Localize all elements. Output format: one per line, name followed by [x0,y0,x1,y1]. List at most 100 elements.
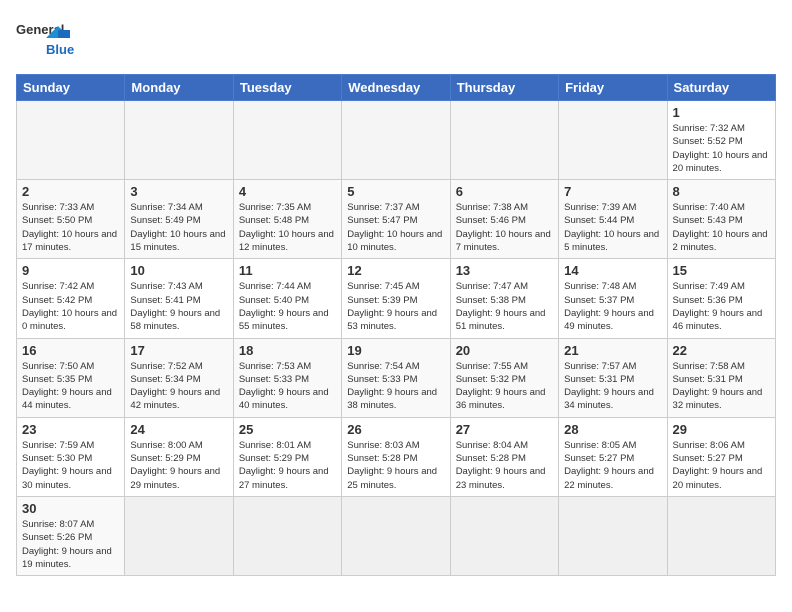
day-number: 19 [347,343,444,358]
day-header-wednesday: Wednesday [342,75,450,101]
calendar-day: 1Sunrise: 7:32 AM Sunset: 5:52 PM Daylig… [667,101,775,180]
day-number: 18 [239,343,336,358]
calendar-day [450,101,558,180]
calendar-day: 17 Sunrise: 7:52 AM Sunset: 5:34 PM Dayli… [125,338,233,417]
day-number: 30 [22,501,119,516]
day-info: Sunrise: 7:38 AM Sunset: 5:46 PM Dayligh… [456,201,553,254]
day-info: Sunrise: 7:37 AM Sunset: 5:47 PM Dayligh… [347,201,444,254]
day-info: Sunrise: 7:52 AM Sunset: 5:34 PM Dayligh… [130,360,227,413]
day-number: 7 [564,184,661,199]
calendar-day [667,496,775,575]
calendar-day: 20 Sunrise: 7:55 AM Sunset: 5:32 PM Dayli… [450,338,558,417]
day-number: 28 [564,422,661,437]
calendar-day: 16Sunrise: 7:50 AM Sunset: 5:35 PM Dayli… [17,338,125,417]
logo-svg: General Blue [16,16,96,66]
day-number: 8 [673,184,770,199]
day-info: Sunrise: 8:04 AM Sunset: 5:28 PM Dayligh… [456,439,553,492]
calendar-day [559,496,667,575]
calendar-day: 28 Sunrise: 8:05 AM Sunset: 5:27 PM Dayli… [559,417,667,496]
calendar-day: 21 Sunrise: 7:57 AM Sunset: 5:31 PM Dayli… [559,338,667,417]
calendar-day: 23Sunrise: 7:59 AM Sunset: 5:30 PM Dayli… [17,417,125,496]
calendar-day: 18Sunrise: 7:53 AM Sunset: 5:33 PM Dayli… [233,338,341,417]
calendar-day [559,101,667,180]
calendar-day: 4 Sunrise: 7:35 AM Sunset: 5:48 PM Daylig… [233,180,341,259]
day-info: Sunrise: 8:05 AM Sunset: 5:27 PM Dayligh… [564,439,661,492]
day-number: 5 [347,184,444,199]
calendar-day [125,101,233,180]
day-info: Sunrise: 7:33 AM Sunset: 5:50 PM Dayligh… [22,201,119,254]
day-header-tuesday: Tuesday [233,75,341,101]
day-header-friday: Friday [559,75,667,101]
calendar-week-2: 2 Sunrise: 7:33 AM Sunset: 5:50 PM Daylig… [17,180,776,259]
day-info: Sunrise: 7:58 AM Sunset: 5:31 PM Dayligh… [673,360,770,413]
day-number: 3 [130,184,227,199]
calendar-day: 3 Sunrise: 7:34 AM Sunset: 5:49 PM Daylig… [125,180,233,259]
day-info: Sunrise: 8:03 AM Sunset: 5:28 PM Dayligh… [347,439,444,492]
calendar-day: 11 Sunrise: 7:44 AM Sunset: 5:40 PM Dayli… [233,259,341,338]
calendar-table: SundayMondayTuesdayWednesdayThursdayFrid… [16,74,776,576]
day-number: 22 [673,343,770,358]
day-info: Sunrise: 7:44 AM Sunset: 5:40 PM Dayligh… [239,280,336,333]
day-number: 6 [456,184,553,199]
logo: General Blue [16,16,96,66]
calendar-day [233,496,341,575]
day-number: 15 [673,263,770,278]
day-number: 10 [130,263,227,278]
calendar-week-6: 30 Sunrise: 8:07 AM Sunset: 5:26 PM Dayli… [17,496,776,575]
calendar-day [233,101,341,180]
calendar-day: 29 Sunrise: 8:06 AM Sunset: 5:27 PM Dayli… [667,417,775,496]
calendar-day [342,101,450,180]
day-number: 21 [564,343,661,358]
day-info: Sunrise: 8:06 AM Sunset: 5:27 PM Dayligh… [673,439,770,492]
day-number: 20 [456,343,553,358]
day-info: Sunrise: 7:35 AM Sunset: 5:48 PM Dayligh… [239,201,336,254]
day-info: Sunrise: 7:55 AM Sunset: 5:32 PM Dayligh… [456,360,553,413]
day-info: Sunrise: 7:34 AM Sunset: 5:49 PM Dayligh… [130,201,227,254]
day-info: Sunrise: 7:54 AM Sunset: 5:33 PM Dayligh… [347,360,444,413]
day-number: 23 [22,422,119,437]
day-info: Sunrise: 8:07 AM Sunset: 5:26 PM Dayligh… [22,518,119,571]
day-number: 4 [239,184,336,199]
calendar-header-row: SundayMondayTuesdayWednesdayThursdayFrid… [17,75,776,101]
day-info: Sunrise: 7:47 AM Sunset: 5:38 PM Dayligh… [456,280,553,333]
day-number: 11 [239,263,336,278]
day-number: 29 [673,422,770,437]
day-info: Sunrise: 7:48 AM Sunset: 5:37 PM Dayligh… [564,280,661,333]
page-header: General Blue [16,16,776,66]
calendar-week-5: 23Sunrise: 7:59 AM Sunset: 5:30 PM Dayli… [17,417,776,496]
calendar-day: 30 Sunrise: 8:07 AM Sunset: 5:26 PM Dayli… [17,496,125,575]
day-number: 24 [130,422,227,437]
day-number: 12 [347,263,444,278]
day-number: 2 [22,184,119,199]
calendar-day: 10Sunrise: 7:43 AM Sunset: 5:41 PM Dayli… [125,259,233,338]
day-number: 9 [22,263,119,278]
day-info: Sunrise: 7:45 AM Sunset: 5:39 PM Dayligh… [347,280,444,333]
day-header-saturday: Saturday [667,75,775,101]
calendar-day: 15 Sunrise: 7:49 AM Sunset: 5:36 PM Dayli… [667,259,775,338]
day-info: Sunrise: 7:42 AM Sunset: 5:42 PM Dayligh… [22,280,119,333]
calendar-day: 9 Sunrise: 7:42 AM Sunset: 5:42 PM Daylig… [17,259,125,338]
calendar-day: 14 Sunrise: 7:48 AM Sunset: 5:37 PM Dayli… [559,259,667,338]
calendar-day [342,496,450,575]
day-number: 17 [130,343,227,358]
calendar-week-4: 16Sunrise: 7:50 AM Sunset: 5:35 PM Dayli… [17,338,776,417]
day-number: 13 [456,263,553,278]
calendar-day: 26 Sunrise: 8:03 AM Sunset: 5:28 PM Dayli… [342,417,450,496]
calendar-day: 7Sunrise: 7:39 AM Sunset: 5:44 PM Daylig… [559,180,667,259]
calendar-day: 5 Sunrise: 7:37 AM Sunset: 5:47 PM Daylig… [342,180,450,259]
calendar-day: 24 Sunrise: 8:00 AM Sunset: 5:29 PM Dayli… [125,417,233,496]
svg-text:Blue: Blue [46,42,74,57]
calendar-day: 19 Sunrise: 7:54 AM Sunset: 5:33 PM Dayli… [342,338,450,417]
day-number: 14 [564,263,661,278]
day-info: Sunrise: 7:49 AM Sunset: 5:36 PM Dayligh… [673,280,770,333]
day-number: 27 [456,422,553,437]
calendar-day: 25Sunrise: 8:01 AM Sunset: 5:29 PM Dayli… [233,417,341,496]
day-info: Sunrise: 7:32 AM Sunset: 5:52 PM Dayligh… [673,122,770,175]
day-info: Sunrise: 8:00 AM Sunset: 5:29 PM Dayligh… [130,439,227,492]
day-info: Sunrise: 7:57 AM Sunset: 5:31 PM Dayligh… [564,360,661,413]
day-number: 26 [347,422,444,437]
calendar-day: 6 Sunrise: 7:38 AM Sunset: 5:46 PM Daylig… [450,180,558,259]
calendar-day: 13 Sunrise: 7:47 AM Sunset: 5:38 PM Dayli… [450,259,558,338]
calendar-day: 2 Sunrise: 7:33 AM Sunset: 5:50 PM Daylig… [17,180,125,259]
day-info: Sunrise: 8:01 AM Sunset: 5:29 PM Dayligh… [239,439,336,492]
